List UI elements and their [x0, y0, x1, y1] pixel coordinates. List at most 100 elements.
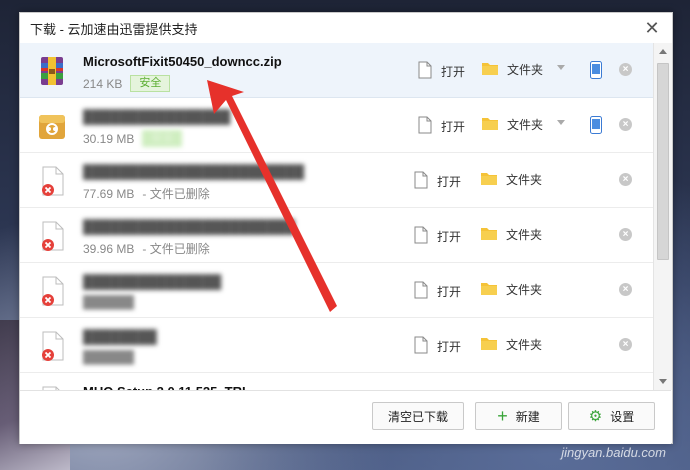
folder-label: 文件夹: [507, 63, 544, 77]
folder-label: 文件夹: [506, 228, 543, 242]
missing-file-icon: [37, 165, 67, 197]
download-row[interactable]: ███████████████████████ 39.96 MB - 文件已删除 打开…: [20, 208, 653, 263]
watermark: jingyan.baidu.com: [561, 445, 666, 460]
missing-file-icon: [37, 275, 67, 307]
clear-downloaded-button[interactable]: 清空已下载: [372, 402, 464, 430]
delete-icon[interactable]: ×: [619, 118, 632, 131]
settings-button[interactable]: ⚙ 设置: [568, 402, 655, 430]
file-meta: ██████: [83, 350, 142, 364]
file-status: - 文件已删除: [142, 187, 210, 201]
folder-icon: [482, 61, 507, 78]
window-title: 下载 - 云加速由迅雷提供支持: [30, 21, 198, 37]
file-size: 77.69 MB: [83, 186, 135, 201]
safe-badge: 安全: [130, 75, 171, 92]
folder-icon: [481, 226, 506, 243]
download-row[interactable]: ████████████████████████ 77.69 MB - 文件已删除 打…: [20, 153, 653, 208]
clear-downloaded-label: 清空已下载: [387, 409, 448, 424]
open-label: 打开: [437, 175, 462, 189]
file-name: ███████████████: [83, 274, 222, 289]
winrar-archive-icon: [37, 55, 67, 87]
download-row[interactable]: ████████ ██████ 打开 文件夹 ×: [20, 318, 653, 373]
file-meta: 30.19 MB 安全: [83, 130, 183, 147]
open-label: 打开: [437, 230, 462, 244]
open-label: 打开: [437, 285, 462, 299]
open-file-button[interactable]: 打开: [414, 336, 461, 357]
download-list: MicrosoftFixit50450_downcc.zip 214 KB 安全 打开…: [20, 43, 653, 390]
scroll-up-icon[interactable]: [659, 49, 667, 54]
delete-icon[interactable]: ×: [619, 63, 632, 76]
file-size: 214 KB: [83, 76, 123, 91]
scrollbar[interactable]: [653, 43, 672, 390]
safe-badge: 安全: [142, 130, 183, 147]
open-label: 打开: [437, 340, 462, 354]
folder-icon: [481, 336, 506, 353]
chevron-down-icon[interactable]: [557, 120, 565, 125]
chevron-down-icon[interactable]: [557, 65, 565, 70]
title-bar: 下载 - 云加速由迅雷提供支持 ✕: [20, 13, 672, 43]
file-meta: 39.96 MB - 文件已删除: [83, 240, 210, 257]
close-icon[interactable]: ✕: [642, 18, 662, 38]
open-file-button[interactable]: 打开: [414, 226, 461, 247]
folder-icon: [482, 116, 507, 133]
settings-label: 设置: [610, 409, 635, 424]
file-size: 30.19 MB: [83, 131, 135, 146]
download-row[interactable]: MicrosoftFixit50450_downcc.zip 214 KB 安全 打开…: [20, 43, 653, 98]
gear-icon: ⚙: [588, 408, 603, 425]
file-meta: 214 KB 安全: [83, 75, 171, 92]
document-icon: [418, 116, 441, 137]
folder-label: 文件夹: [506, 338, 543, 352]
new-download-label: 新建: [515, 409, 540, 424]
file-name: ███████████████████████: [83, 219, 295, 234]
file-size: ██████: [83, 295, 135, 309]
open-folder-button[interactable]: 文件夹: [482, 61, 543, 78]
folder-label: 文件夹: [506, 173, 543, 187]
open-folder-button[interactable]: 文件夹: [482, 116, 543, 133]
document-icon: [414, 336, 437, 357]
footer-bar: 清空已下载 + 新建 ⚙ 设置: [20, 390, 671, 444]
delete-icon[interactable]: ×: [619, 228, 632, 241]
file-name: MicrosoftFixit50450_downcc.zip: [83, 54, 282, 69]
file-meta: 77.69 MB - 文件已删除: [83, 185, 210, 202]
download-row[interactable]: ████████████████ 30.19 MB 安全 打开 文件夹 ×: [20, 98, 653, 153]
open-folder-button[interactable]: 文件夹: [481, 171, 542, 188]
file-name: ████████: [83, 329, 157, 344]
open-label: 打开: [441, 65, 466, 79]
download-row[interactable]: ███████████████ ██████ 打开 文件夹 ×: [20, 263, 653, 318]
file-status: - 文件已删除: [142, 242, 210, 256]
open-folder-button[interactable]: 文件夹: [481, 226, 542, 243]
folder-icon: [481, 281, 506, 298]
scroll-down-icon[interactable]: [659, 379, 667, 384]
delete-icon[interactable]: ×: [619, 173, 632, 186]
file-name: ████████████████████████: [83, 164, 305, 179]
scrollbar-thumb[interactable]: [657, 63, 669, 260]
document-icon: [414, 171, 437, 192]
xunlei-package-icon: [37, 110, 67, 142]
phone-icon[interactable]: [590, 61, 602, 79]
file-name: ████████████████: [83, 109, 231, 124]
download-row[interactable]: MUO Setup 2.0.11.525_TRI ...: [20, 373, 653, 390]
open-folder-button[interactable]: 文件夹: [481, 281, 542, 298]
delete-icon[interactable]: ×: [619, 338, 632, 351]
folder-label: 文件夹: [507, 118, 544, 132]
missing-file-icon: [37, 330, 67, 362]
file-meta: ██████: [83, 295, 142, 309]
open-file-button[interactable]: 打开: [414, 171, 461, 192]
delete-icon[interactable]: ×: [619, 283, 632, 296]
document-icon: [414, 226, 437, 247]
plus-icon: +: [497, 406, 508, 426]
open-file-button[interactable]: 打开: [418, 61, 465, 82]
folder-label: 文件夹: [506, 283, 543, 297]
file-size: 39.96 MB: [83, 241, 135, 256]
document-icon: [414, 281, 437, 302]
open-label: 打开: [441, 120, 466, 134]
phone-icon[interactable]: [590, 116, 602, 134]
missing-file-icon: [37, 220, 67, 252]
document-icon: [418, 61, 441, 82]
file-size: ██████: [83, 350, 135, 364]
open-file-button[interactable]: 打开: [418, 116, 465, 137]
download-dialog: 下载 - 云加速由迅雷提供支持 ✕ MicrosoftFixit50450_do…: [19, 12, 673, 444]
open-folder-button[interactable]: 文件夹: [481, 336, 542, 353]
folder-icon: [481, 171, 506, 188]
new-download-button[interactable]: + 新建: [475, 402, 562, 430]
open-file-button[interactable]: 打开: [414, 281, 461, 302]
